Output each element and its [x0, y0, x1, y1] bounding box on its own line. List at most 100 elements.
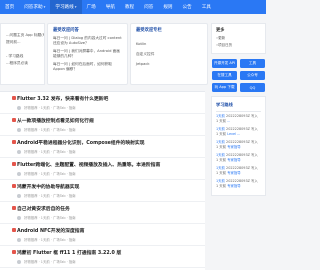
recent-link[interactable]: 专家指导: [227, 171, 241, 175]
meta-text: 好物推荐 · 1天前 · 广场Tab · 指南: [24, 150, 76, 154]
recent-item[interactable]: 1天前 2022228093Z 写入 1 天前 专家指导: [216, 166, 261, 176]
open-api-button[interactable]: 开源开发 API: [212, 59, 237, 68]
sidebar-link[interactable]: 更新: [216, 36, 261, 41]
nav-label: 教程: [124, 5, 135, 10]
avatar: [17, 237, 21, 242]
nav-item-rules[interactable]: 规则: [158, 0, 177, 14]
nav-item-roadmap[interactable]: 学习路线 ▾: [50, 0, 82, 14]
recent-item[interactable]: 1天前 2022228093Z 写入 1 天前 专家指导: [216, 140, 261, 150]
recent-user[interactable]: 1天前: [216, 166, 225, 170]
card-line[interactable]: 每日一问 | 如何在后面时，如何获取Appon 偏移？: [48, 61, 127, 71]
nav-label: 首页: [5, 5, 15, 10]
meta-text: 好物推荐 · 1天前 · 广场Tab · 指南: [24, 216, 76, 220]
nav-item-tutorial[interactable]: 教程: [120, 0, 139, 14]
tag-marker: [12, 250, 16, 254]
recent-item[interactable]: 1天前 2022228093Z 写入 1 天前 ...: [216, 114, 261, 124]
recent-item[interactable]: 1天前 2022228093Z 写入 1 天前 专家指导: [216, 153, 261, 163]
sidebar-link[interactable]: 项目日历: [216, 43, 261, 48]
recent-link[interactable]: Level ...: [227, 132, 240, 136]
top-nav: 首页 问答求助 ▾ 学习路线 ▾ 广场 导航 教程 问答 规则 公告 工具: [0, 0, 266, 14]
nav-item-notice[interactable]: 公告: [178, 0, 197, 14]
article-meta: 好物推荐 · 1天前 · 广场Tab · 指南: [17, 149, 200, 154]
nav-label: 问答: [144, 5, 154, 10]
article-title[interactable]: 鸿蒙初 Flutter 框 ff11 1 打通指南 3.22.0 版: [17, 249, 200, 256]
list-item[interactable]: Flutter跨端化、主题配置、视频播放及插入、热重等。本进阶指南 好物推荐 ·…: [0, 158, 205, 180]
left-intro-card: ...问题主页 App 标题(Feed) 提问前... - 学习路线 ...程序…: [0, 23, 45, 85]
nav-label: 导航: [105, 5, 115, 10]
recent-user[interactable]: 1天前: [216, 127, 225, 131]
recent-item[interactable]: 1天前 2022228093Z 写入 1 天前 Level ...: [216, 127, 261, 137]
article-title[interactable]: Android NFC开发的深度指南: [17, 227, 200, 234]
recent-item[interactable]: 1天前 2022228093Z 写入 1 天前 专家指导: [216, 179, 261, 189]
app-download-button[interactable]: 玩 App 下载: [212, 83, 237, 92]
nav-item-tools[interactable]: 工具: [197, 0, 216, 14]
list-item[interactable]: 鸿蒙初 Flutter 框 ff11 1 打通指南 3.22.0 版 好物推荐 …: [0, 246, 205, 268]
recent-user[interactable]: 1天前: [216, 179, 225, 183]
nav-label: 工具: [201, 5, 211, 10]
card-line[interactable]: Jetpack: [131, 61, 207, 68]
article-meta: 好物推荐 · 1天前 · 广场Tab · 指南: [17, 259, 200, 264]
list-item[interactable]: Flutter 3.32 发布，快来看有什么更新吧 好物推荐 · 1天前 · 广…: [0, 92, 205, 114]
meta-text: 好物推荐 · 1天前 · 广场Tab · 指南: [24, 128, 76, 132]
list-item[interactable]: 从一款项播放控制点看见如何化行规 好物推荐 · 1天前 · 广场Tab · 指南: [0, 114, 205, 136]
recent-link[interactable]: 专家指导: [227, 158, 241, 162]
avatar: [17, 127, 21, 132]
sidebar-heading: 更多: [216, 27, 225, 32]
official-account-button[interactable]: 公众号: [240, 71, 265, 80]
tool-buttons: 开源开发 API 工具 在搜工具 公众号 玩 App 下载 QQ: [211, 59, 266, 92]
card-line[interactable]: 提问前...: [1, 39, 44, 46]
card-line[interactable]: - 学习路线: [1, 46, 44, 60]
nav-item-ask[interactable]: 问答: [139, 0, 158, 14]
article-meta: 好物推荐 · 1天前 · 广场Tab · 指南: [17, 127, 200, 132]
meta-text: 好物推荐 · 1天前 · 广场Tab · 指南: [24, 172, 76, 176]
article-title[interactable]: Flutter 3.32 发布，快来看有什么更新吧: [17, 95, 200, 102]
article-meta: 好物推荐 · 1天前 · 广场Tab · 指南: [17, 237, 200, 242]
card-line[interactable]: ...问题主页 App 标题(Feed): [1, 24, 44, 39]
nav-label: 规则: [163, 5, 173, 10]
avatar: [17, 193, 21, 198]
recent-link[interactable]: 专家指导: [227, 145, 241, 149]
recent-user[interactable]: 1天前: [216, 114, 225, 118]
card-line[interactable]: 自定义控件: [131, 51, 207, 58]
article-meta: 好物推荐 · 1天前 · 广场Tab · 指南: [17, 171, 200, 176]
meta-text: 好物推荐 · 1天前 · 广场Tab · 指南: [24, 194, 76, 198]
list-item[interactable]: 自己对黄安求后自的任务 好物推荐 · 1天前 · 广场Tab · 指南: [0, 202, 205, 224]
article-title[interactable]: 从一款项播放控制点看见如何化行规: [17, 117, 200, 124]
article-title[interactable]: 自己对黄安求后自的任务: [17, 205, 200, 212]
search-tools-button[interactable]: 在搜工具: [212, 71, 237, 80]
sidebar-heading: 学习路线: [216, 100, 261, 112]
card-line[interactable]: ...程序员必读: [1, 60, 44, 67]
tag-marker: [12, 206, 16, 210]
article-title[interactable]: 鸿蒙开发中的协助导航器实现: [17, 183, 200, 190]
card-title: 最受欢迎专栏: [136, 28, 162, 33]
tools-button[interactable]: 工具: [240, 59, 265, 68]
tag-marker: [12, 140, 16, 144]
list-item[interactable]: Android NFC开发的深度指南 好物推荐 · 1天前 · 广场Tab · …: [0, 224, 205, 246]
card-line[interactable]: 每日一问 | Dialog 的内容大过时 content 还应设为 AutoSi…: [48, 35, 127, 45]
recent-box: 学习路线 1天前 2022228093Z 写入 1 天前 ... 1天前 202…: [211, 96, 266, 196]
recent-user[interactable]: 1天前: [216, 153, 225, 157]
popular-qa-card: 最受欢迎问答 每日一问 | Dialog 的内容大过时 content 还应设为…: [47, 23, 128, 85]
tag-marker: [12, 96, 16, 100]
qq-button[interactable]: QQ: [240, 83, 265, 92]
meta-text: 好物推荐 · 1天前 · 广场Tab · 指南: [24, 106, 76, 110]
article-meta: 好物推荐 · 1天前 · 广场Tab · 指南: [17, 215, 200, 220]
chevron-down-icon: ▾: [74, 5, 77, 9]
list-item[interactable]: 鸿蒙开发中的协助导航器实现 好物推荐 · 1天前 · 广场Tab · 指南: [0, 180, 205, 202]
nav-item-home[interactable]: 首页: [0, 0, 19, 14]
recent-link[interactable]: ...: [227, 119, 230, 123]
nav-item-square[interactable]: 广场: [82, 0, 101, 14]
nav-item-qa[interactable]: 问答求助 ▾: [19, 0, 50, 14]
recent-link[interactable]: 专家指导: [227, 184, 241, 188]
list-item[interactable]: Android平稳进程器分化识别，Compose组件的映射实现 好物推荐 · 1…: [0, 136, 205, 158]
card-line[interactable]: 每日一问 | 我们对屏幕中，Android 面画能够的几种？: [48, 48, 127, 58]
article-feed: Flutter 3.32 发布，快来看有什么更新吧 好物推荐 · 1天前 · 广…: [0, 91, 205, 270]
nav-item-guide[interactable]: 导航: [101, 0, 120, 14]
article-title[interactable]: Flutter跨端化、主题配置、视频播放及插入、热重等。本进阶指南: [17, 161, 200, 168]
recent-user[interactable]: 1天前: [216, 140, 225, 144]
meta-text: 好物推荐 · 1天前 · 广场Tab · 指南: [24, 238, 76, 242]
card-line[interactable]: Kotlin: [131, 41, 207, 48]
avatar: [17, 215, 21, 220]
article-title[interactable]: Android平稳进程器分化识别，Compose组件的映射实现: [17, 139, 200, 146]
nav-label: 公告: [182, 5, 192, 10]
